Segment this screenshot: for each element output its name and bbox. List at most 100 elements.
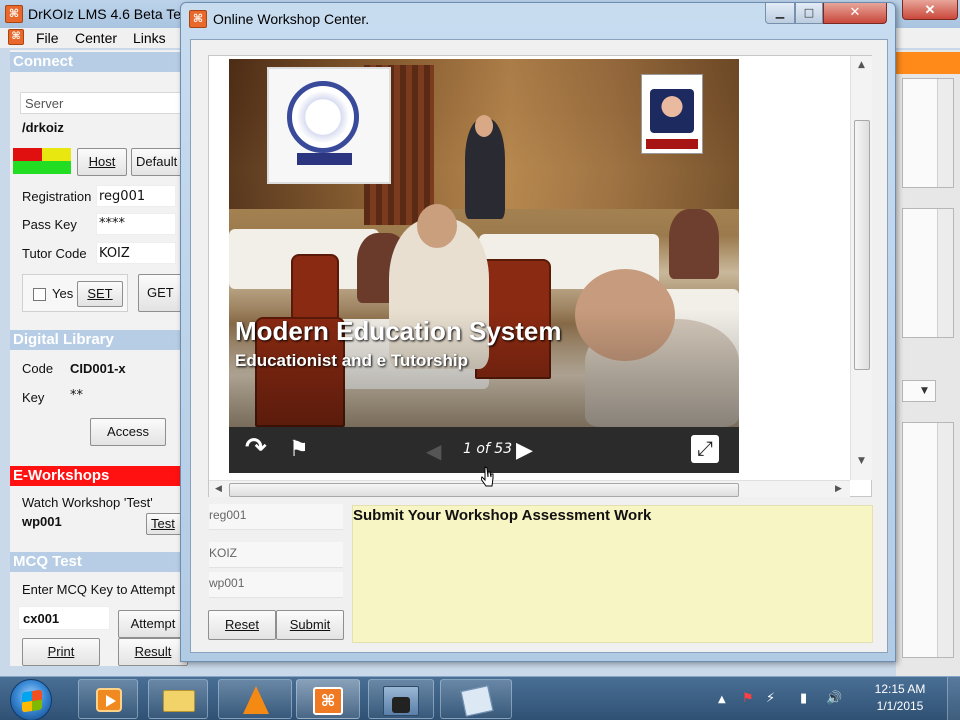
- scroll-down-icon[interactable]: ▼: [858, 456, 865, 466]
- next-slide-icon[interactable]: ▶: [516, 438, 533, 463]
- registration-label: Registration: [22, 189, 92, 204]
- taskbar-notes[interactable]: [440, 679, 512, 719]
- menu-links[interactable]: Links: [133, 30, 166, 46]
- fullscreen-icon[interactable]: ⤢: [691, 435, 719, 463]
- network-signal-icon[interactable]: ▮: [800, 691, 807, 706]
- registration-value: reg001: [99, 189, 146, 204]
- submit-button-label: Submit: [289, 617, 331, 632]
- webcam-icon: [383, 686, 419, 716]
- server-path: /drkoiz: [22, 120, 64, 135]
- watch-workshop-label: Watch Workshop 'Test': [22, 495, 153, 510]
- registration-field[interactable]: reg001: [96, 185, 176, 207]
- start-button[interactable]: [10, 679, 52, 720]
- mcq-enter-label: Enter MCQ Key to Attempt: [22, 582, 176, 597]
- menu-app-icon: ⌘: [8, 29, 24, 45]
- submit-button[interactable]: Submit: [276, 610, 344, 640]
- taskbar-media-player[interactable]: [78, 679, 138, 719]
- presentation-viewer: Modern Education System Educationist and…: [208, 55, 872, 497]
- action-center-flag-icon[interactable]: ⚑: [742, 691, 754, 706]
- main-close-button[interactable]: ✕: [902, 0, 958, 20]
- right-panel-banner: [896, 52, 960, 74]
- digital-library-header: Digital Library: [10, 330, 188, 350]
- left-panel: Connect Server /drkoiz Host Default Regi…: [10, 50, 188, 666]
- submission-tutor-field[interactable]: KOIZ: [209, 542, 343, 568]
- flag-icon[interactable]: ⚑: [289, 437, 309, 462]
- minimize-icon: ▁: [775, 6, 785, 19]
- taskbar-webcam[interactable]: [368, 679, 434, 719]
- right-panel-box-2: [902, 208, 954, 338]
- taskbar-vlc[interactable]: [218, 679, 292, 719]
- viewer-vertical-scrollbar[interactable]: ▲ ▼: [850, 56, 872, 480]
- assessment-work-area[interactable]: Submit Your Workshop Assessment Work: [352, 505, 873, 643]
- scroll-left-icon[interactable]: ◀: [215, 484, 222, 494]
- vlc-cone-icon: [243, 686, 269, 714]
- share-icon[interactable]: ↷: [245, 433, 267, 463]
- access-button[interactable]: Access: [90, 418, 166, 446]
- tutor-code-label: Tutor Code: [22, 246, 87, 261]
- windows-logo-icon: [22, 689, 42, 713]
- viewer-vertical-thumb[interactable]: [854, 120, 870, 370]
- set-button[interactable]: SET: [77, 281, 123, 307]
- e-workshops-header: E-Workshops: [10, 466, 188, 486]
- viewer-horizontal-scrollbar[interactable]: ◀ ▶: [209, 480, 850, 497]
- submission-registration-field[interactable]: reg001: [209, 504, 343, 530]
- right-panel-box-1: [902, 78, 954, 188]
- clock-time: 12:15 AM: [874, 682, 926, 696]
- volume-icon[interactable]: 🔊: [826, 691, 842, 706]
- taskbar-explorer[interactable]: [148, 679, 208, 719]
- right-panel-scrollbar-2[interactable]: [937, 209, 953, 337]
- slide-image: Modern Education System Educationist and…: [229, 59, 739, 427]
- dialog-close-button[interactable]: ✕: [823, 3, 887, 24]
- prev-slide-icon[interactable]: ◀: [426, 439, 441, 463]
- app-icon: ⌘: [5, 5, 23, 23]
- taskbar-clock[interactable]: 12:15 AM 1/1/2015: [860, 681, 940, 715]
- workshop-dialog: ⌘ Online Workshop Center. ▁ □ ✕ Modern E…: [180, 2, 896, 662]
- scroll-right-icon[interactable]: ▶: [835, 484, 842, 494]
- print-button[interactable]: Print: [22, 638, 100, 666]
- result-button[interactable]: Result: [118, 638, 188, 666]
- menu-file[interactable]: File: [36, 30, 59, 46]
- slide-subtitle: Educationist and e Tutorship: [235, 351, 468, 370]
- submission-fields: reg001 KOIZ wp001 Reset Submit: [208, 504, 344, 640]
- notes-icon: [460, 685, 494, 717]
- yes-checkbox[interactable]: [33, 288, 46, 301]
- code-value[interactable]: CID001-x: [70, 361, 126, 376]
- yes-label: Yes: [52, 286, 74, 301]
- menu-center[interactable]: Center: [75, 30, 117, 46]
- key-value[interactable]: **: [70, 388, 83, 403]
- show-desktop-button[interactable]: [947, 677, 960, 720]
- submission-workshop-field[interactable]: wp001: [209, 572, 343, 598]
- folder-icon: [163, 690, 195, 712]
- right-panel-scrollbar-1[interactable]: [937, 79, 953, 187]
- mcq-key-field[interactable]: cx001: [18, 606, 110, 630]
- passkey-label: Pass Key: [22, 217, 77, 232]
- dialog-client-area: Modern Education System Educationist and…: [190, 39, 888, 653]
- attempt-button-label: Attempt: [130, 616, 176, 631]
- dialog-app-icon: ⌘: [189, 10, 207, 28]
- passkey-field[interactable]: ****: [96, 213, 176, 235]
- taskbar-lms-app[interactable]: ⌘: [296, 679, 360, 719]
- reset-button[interactable]: Reset: [208, 610, 276, 640]
- show-hidden-icons-icon[interactable]: ▲: [718, 694, 726, 705]
- scroll-up-icon[interactable]: ▲: [858, 60, 865, 70]
- print-button-label: Print: [47, 644, 75, 659]
- workshop-value[interactable]: wp001: [22, 514, 62, 529]
- clock-date: 1/1/2015: [876, 699, 924, 713]
- power-icon[interactable]: ⚡: [766, 691, 775, 706]
- maximize-button[interactable]: □: [795, 3, 823, 24]
- right-panel-dropdown[interactable]: ▼: [902, 380, 936, 402]
- main-window-title: DrKOIz LMS 4.6 Beta Te: [28, 6, 182, 22]
- connect-header: Connect: [10, 52, 188, 72]
- dialog-title: Online Workshop Center.: [213, 11, 370, 27]
- right-panel-scrollbar-3[interactable]: [937, 423, 953, 657]
- set-button-label: SET: [87, 286, 113, 301]
- slide-counter: 1 of 53: [463, 441, 513, 457]
- host-button[interactable]: Host: [77, 148, 127, 176]
- main-window-controls: ✕: [898, 0, 960, 20]
- server-select[interactable]: Server: [20, 92, 188, 114]
- tutor-code-field[interactable]: KOIZ: [96, 242, 176, 264]
- attempt-button[interactable]: Attempt: [118, 610, 188, 638]
- media-player-icon: [96, 688, 122, 712]
- host-button-label: Host: [88, 154, 116, 169]
- minimize-button[interactable]: ▁: [765, 3, 795, 24]
